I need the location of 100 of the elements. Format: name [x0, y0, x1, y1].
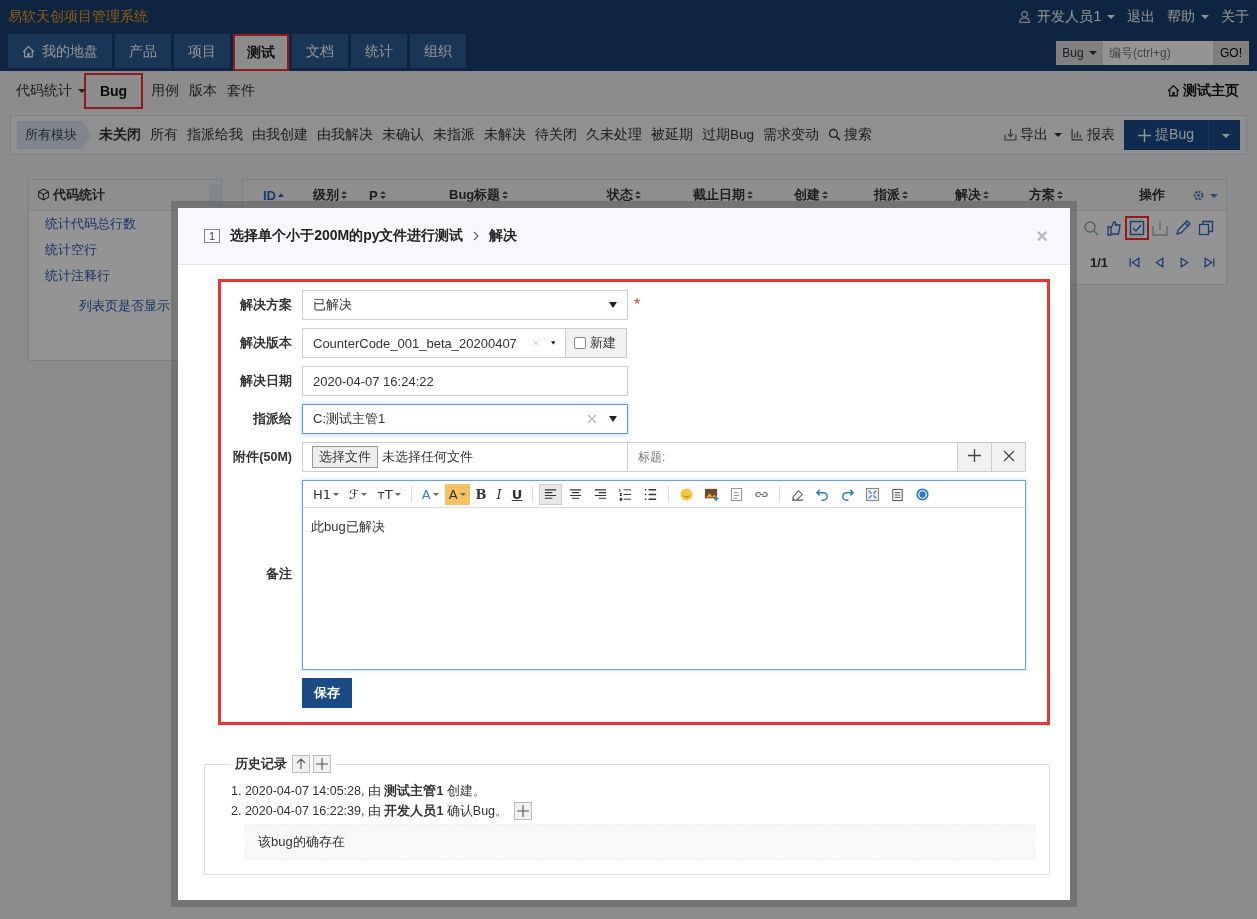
report-button[interactable]: 报表	[1071, 126, 1116, 144]
sub-nav-item[interactable]: 套件	[227, 74, 256, 108]
nav-tab[interactable]: 组织	[409, 34, 466, 68]
filter-link[interactable]: 未确认	[382, 126, 424, 144]
nav-tab[interactable]: 产品	[114, 34, 171, 68]
search-link[interactable]: 搜索	[828, 126, 873, 144]
sort-icon	[902, 190, 908, 200]
assignee-select[interactable]: C:测试主管1	[302, 404, 628, 434]
sub-nav-item[interactable]: 版本	[189, 74, 218, 108]
test-home-link[interactable]: 测试主页	[1167, 74, 1239, 108]
filter-link[interactable]: 久未处理	[586, 126, 642, 144]
file-input[interactable]: 选择文件 未选择任何文件	[302, 442, 628, 472]
column-header[interactable]: Bug标题	[449, 186, 607, 204]
column-header[interactable]: 截止日期	[693, 186, 794, 204]
column-header[interactable]: 指派	[874, 186, 955, 204]
format-button[interactable]: ℱ	[345, 483, 372, 505]
row-action-button[interactable]	[1127, 218, 1147, 238]
column-header: 操作	[1139, 186, 1166, 204]
date-field[interactable]: 2020-04-07 16:24:22	[302, 366, 628, 396]
format-button[interactable]: U	[507, 483, 527, 505]
new-build-checkbox[interactable]: 新建	[566, 328, 627, 358]
header-link[interactable]: 关于	[1221, 8, 1249, 26]
clear-icon[interactable]	[587, 414, 597, 424]
filter-link[interactable]: 未关闭	[99, 126, 141, 144]
sub-nav-item[interactable]: 用例	[151, 74, 180, 108]
filter-link[interactable]: 指派给我	[187, 126, 243, 144]
rich-text-editor[interactable]: H1 ℱ ᴛT A A B I U 此bug已解决	[302, 480, 1026, 670]
ordered-list-icon	[618, 486, 634, 502]
plus-icon	[968, 449, 981, 462]
format-button[interactable]: H1	[309, 483, 344, 505]
align-right-icon	[593, 486, 609, 502]
filter-link[interactable]: 未指派	[433, 126, 475, 144]
save-button[interactable]: 保存	[302, 678, 352, 708]
format-button[interactable]: ᴛT	[373, 483, 405, 505]
filter-link[interactable]: 需求变动	[763, 126, 820, 144]
collapse-button[interactable]	[292, 755, 310, 773]
help-icon	[915, 486, 931, 502]
sort-icon	[341, 190, 347, 200]
nav-tab[interactable]: 测试	[232, 34, 289, 71]
history-entry: 2. 2020-04-07 16:22:39, 由 开发人员1 确认Bug。	[231, 802, 509, 820]
user-menu[interactable]: 开发人员1	[1017, 8, 1116, 26]
column-header[interactable]: 级别	[313, 186, 369, 204]
format-button[interactable]: A	[417, 483, 443, 505]
filter-link[interactable]: 未解决	[484, 126, 526, 144]
row-action-button[interactable]	[1081, 218, 1101, 238]
nav-tab[interactable]: 文档	[291, 34, 348, 68]
nav-tab[interactable]: 项目	[173, 34, 230, 68]
header-link[interactable]: 帮助	[1167, 8, 1209, 26]
format-button[interactable]: A	[444, 483, 470, 505]
format-button[interactable]: B	[471, 483, 491, 505]
column-header[interactable]: 创建	[794, 186, 874, 204]
module-breadcrumb[interactable]: 所有模块	[17, 121, 91, 149]
filter-link[interactable]: 由我解决	[317, 126, 373, 144]
export-button[interactable]: 导出	[1004, 126, 1063, 144]
sub-nav-item[interactable]: 代码统计	[16, 74, 86, 108]
add-bug-button[interactable]: 提Bug	[1124, 120, 1208, 150]
search-icon	[828, 128, 842, 141]
expand-button[interactable]	[514, 802, 533, 820]
column-header[interactable]: P	[369, 187, 449, 203]
header-link[interactable]: 退出	[1127, 8, 1156, 26]
up-arrow-icon	[295, 758, 307, 770]
filter-link[interactable]: 所有	[150, 126, 178, 144]
first-page-icon[interactable]	[1128, 255, 1141, 269]
row-action-button[interactable]	[1196, 218, 1216, 238]
nav-tab[interactable]: 统计	[350, 34, 407, 68]
bar-chart-icon	[1071, 128, 1085, 141]
go-button[interactable]: GO!	[1213, 41, 1249, 65]
column-header[interactable]: ID	[243, 187, 313, 203]
sub-nav-item[interactable]: Bug	[85, 75, 142, 107]
filter-link[interactable]: 被延期	[651, 126, 693, 144]
align-left-button[interactable]	[539, 483, 563, 505]
format-button[interactable]: I	[492, 483, 506, 505]
row-action-button[interactable]	[1173, 218, 1193, 238]
comment-text[interactable]: 此bug已解决	[303, 508, 1025, 669]
column-header[interactable]: 解决	[955, 186, 1029, 204]
file-title-field[interactable]: 标题:	[628, 442, 958, 472]
filter-link[interactable]: 由我创建	[252, 126, 308, 144]
filter-link[interactable]: 过期Bug	[702, 126, 755, 144]
add-dropdown-button[interactable]	[1208, 120, 1240, 150]
column-header[interactable]: 方案	[1029, 186, 1139, 204]
collapse-handle[interactable]	[209, 184, 221, 206]
row-action-button[interactable]	[1104, 218, 1124, 238]
previous-page-icon[interactable]	[1153, 255, 1166, 269]
thumb-icon	[1106, 220, 1122, 236]
search-field[interactable]: 编号(ctrl+g)	[1103, 41, 1213, 65]
build-select[interactable]: CounterCode_001_beta_20200407	[302, 328, 566, 358]
history-entry: 1. 2020-04-07 14:05:28, 由 测试主管1 创建。	[231, 782, 486, 800]
sort-icon	[635, 190, 641, 200]
nav-tab[interactable]: 我的地盘	[8, 34, 112, 68]
tray-icon	[1152, 220, 1168, 236]
dialog-action: 解决	[489, 227, 518, 245]
plus-icon	[517, 805, 530, 817]
add-file-button[interactable]	[958, 442, 992, 472]
last-page-icon[interactable]	[1203, 255, 1216, 269]
search-type-dropdown[interactable]: Bug	[1056, 41, 1103, 65]
field-label: 解决日期	[239, 372, 293, 390]
filter-link[interactable]: 待关闭	[535, 126, 577, 144]
column-header[interactable]: 状态	[607, 186, 693, 204]
next-page-icon[interactable]	[1178, 255, 1191, 269]
resolution-select[interactable]: 已解决	[302, 290, 628, 320]
